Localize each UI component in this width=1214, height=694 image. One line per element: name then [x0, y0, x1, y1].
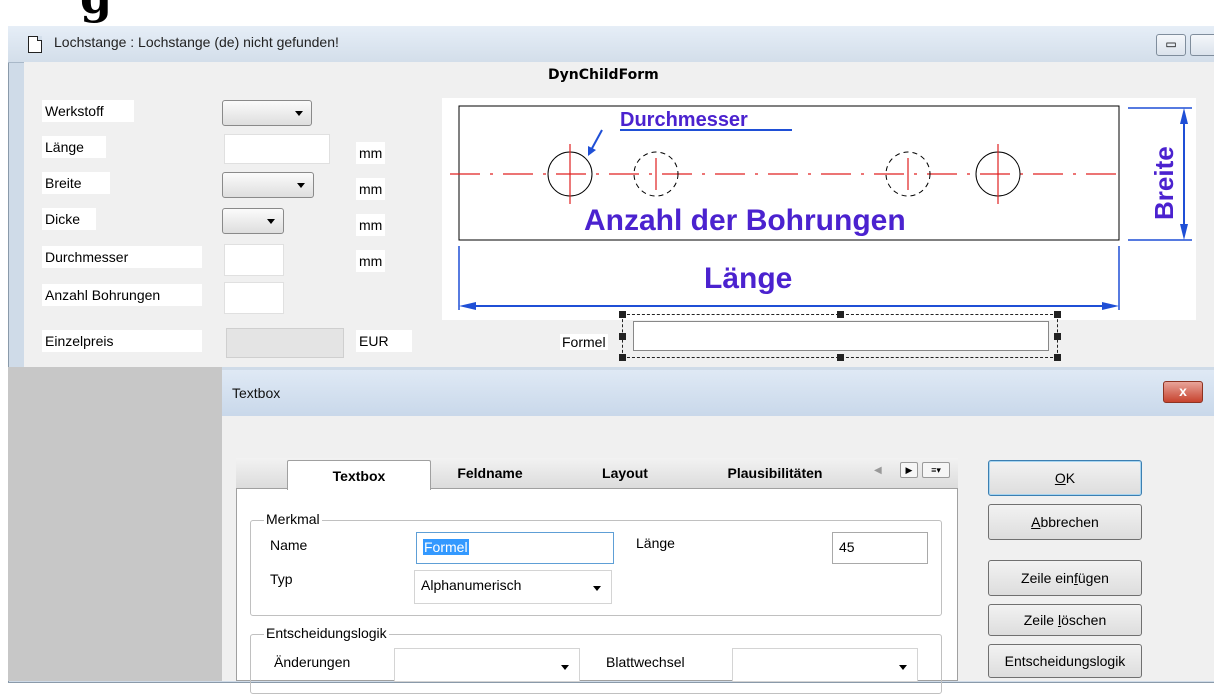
- typ-dropdown[interactable]: Alphanumerisch: [414, 570, 612, 604]
- maximize-button[interactable]: [1190, 34, 1214, 56]
- formel-textbox[interactable]: [633, 321, 1049, 351]
- name-input[interactable]: Formel: [416, 532, 614, 564]
- laenge-input[interactable]: [224, 134, 330, 164]
- aenderungen-dropdown[interactable]: [394, 648, 580, 682]
- ok-button[interactable]: OK: [988, 460, 1142, 496]
- zeile-einfuegen-button[interactable]: Zeile einfügen: [988, 560, 1142, 596]
- tab-scroll-right-icon[interactable]: ▶: [900, 462, 918, 478]
- name-label: Name: [270, 537, 308, 553]
- blattwechsel-label: Blattwechsel: [606, 654, 685, 670]
- abbrechen-button[interactable]: Abbrechen: [988, 504, 1142, 540]
- unit-mm-laenge: mm: [356, 142, 386, 164]
- anzahl-text: Anzahl der Bohrungen: [584, 204, 906, 237]
- tab-textbox[interactable]: Textbox: [287, 460, 431, 490]
- durchmesser-text: Durchmesser: [620, 109, 748, 131]
- aenderungen-label: Änderungen: [274, 654, 351, 670]
- typ-label: Typ: [270, 571, 293, 587]
- label-dicke: Dicke: [42, 208, 96, 230]
- tab-feldname[interactable]: Feldname: [432, 465, 548, 481]
- unit-mm-dicke: mm: [356, 214, 386, 236]
- tab-scroll-left-icon[interactable]: ◀: [874, 465, 882, 476]
- window-title: Lochstange : Lochstange (de) nicht gefun…: [54, 34, 339, 50]
- unit-mm-breite: mm: [356, 178, 386, 200]
- label-werkstoff: Werkstoff: [42, 100, 134, 122]
- anzahl-bohrungen-input[interactable]: [224, 282, 284, 314]
- durchmesser-input[interactable]: [224, 244, 284, 276]
- technical-drawing: Durchmesser Anzahl der Bohrungen Länge B…: [442, 98, 1196, 320]
- close-button[interactable]: x: [1163, 381, 1203, 403]
- laenge-text: Länge: [704, 262, 792, 295]
- werkstoff-dropdown[interactable]: [222, 100, 312, 126]
- label-laenge: Länge: [42, 136, 106, 158]
- label-breite: Breite: [42, 172, 110, 194]
- unit-mm-durchmesser: mm: [356, 250, 386, 272]
- blattwechsel-dropdown[interactable]: [732, 648, 918, 682]
- laenge-label: Länge: [636, 535, 675, 551]
- drawing-svg: Durchmesser Anzahl der Bohrungen Länge B…: [450, 105, 1192, 310]
- breite-dropdown[interactable]: [222, 172, 314, 198]
- merkmal-legend: Merkmal: [264, 511, 322, 527]
- name-value: Formel: [423, 539, 469, 555]
- tab-plausibilitaeten[interactable]: Plausibilitäten: [700, 465, 850, 481]
- breite-text: Breite: [1149, 146, 1179, 220]
- typ-value: Alphanumerisch: [421, 577, 522, 593]
- zeile-loeschen-button[interactable]: Zeile löschen: [988, 604, 1142, 636]
- background-panel: [8, 367, 222, 681]
- label-anzahl-bohrungen: Anzahl Bohrungen: [42, 284, 202, 306]
- unit-eur: EUR: [356, 330, 412, 352]
- minimize-button[interactable]: ▭: [1156, 34, 1186, 56]
- dialog-title-bar: [222, 370, 1214, 416]
- label-einzelpreis: Einzelpreis: [42, 330, 202, 352]
- top-cut-glyph: g: [80, 0, 112, 20]
- formel-label: Formel: [560, 334, 608, 350]
- tab-layout[interactable]: Layout: [572, 465, 678, 481]
- entscheidungslogik-button[interactable]: Entscheidungslogik: [988, 644, 1142, 678]
- label-durchmesser: Durchmesser: [42, 246, 202, 268]
- einzelpreis-field: [226, 328, 344, 358]
- tab-menu-icon[interactable]: ≡▾: [922, 462, 950, 478]
- laenge-value-input[interactable]: 45: [832, 532, 928, 564]
- formel-selection-frame[interactable]: [619, 311, 1061, 361]
- dialog-title: Textbox: [232, 385, 281, 401]
- entscheidungslogik-legend: Entscheidungslogik: [264, 625, 389, 641]
- document-icon: [28, 36, 42, 53]
- form-title: DynChildForm: [548, 67, 659, 83]
- dicke-dropdown[interactable]: [222, 208, 284, 234]
